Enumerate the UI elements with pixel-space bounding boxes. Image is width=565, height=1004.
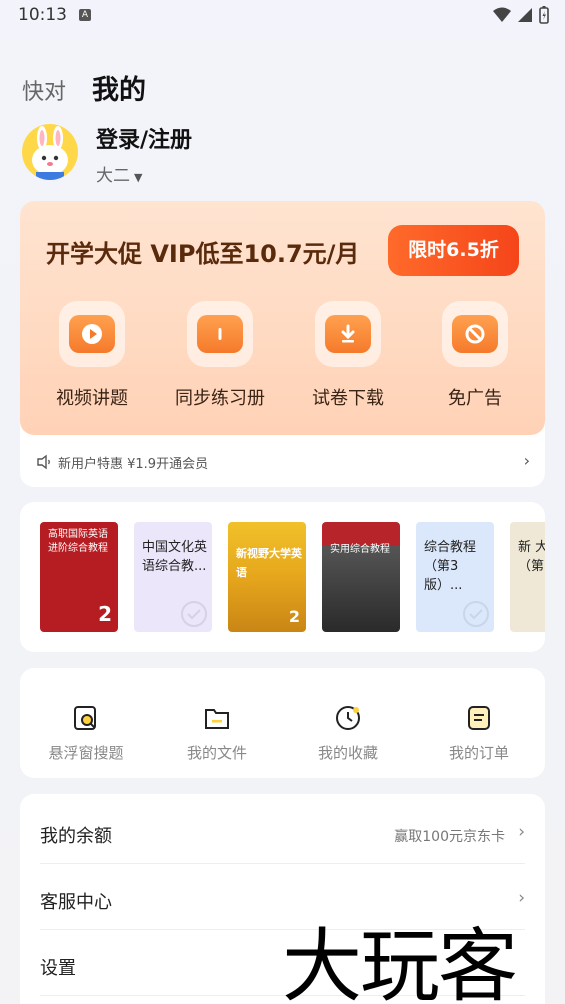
perk-video[interactable]: 视频讲题	[32, 301, 152, 410]
rabbit-avatar-icon	[32, 126, 68, 180]
menu-label: 设置	[40, 958, 76, 979]
status-bar: 10:13 A	[0, 0, 565, 32]
login-register-link[interactable]: 登录/注册	[96, 122, 192, 154]
chevron-right-icon: ›	[518, 888, 525, 908]
book-title: 新 大学 （第	[518, 540, 545, 574]
tool-favorites[interactable]: 我的收藏	[293, 704, 403, 763]
signal-icon	[518, 8, 532, 22]
perk-label: 试卷下载	[312, 388, 384, 409]
order-icon	[465, 704, 493, 732]
book-title: 高职国际英语 进阶综合教程	[48, 529, 108, 554]
book-title: 新视野大学英语	[236, 547, 302, 579]
book-item[interactable]: 高职国际英语 进阶综合教程 2	[40, 522, 118, 632]
perk-no-ads[interactable]: 免广告	[415, 301, 535, 410]
new-user-offer-text: 新用户特惠 ¥1.9开通会员	[58, 456, 209, 472]
book-item[interactable]: 新 大学 （第	[510, 522, 545, 632]
tools-row: 悬浮窗搜题 我的文件 我的收藏 我的订单	[20, 668, 545, 778]
vip-title: 开学大促 VIP低至10.7元/月	[46, 240, 360, 268]
tool-label: 悬浮窗搜题	[48, 744, 124, 762]
wifi-icon	[493, 7, 511, 22]
tool-label: 我的文件	[186, 744, 247, 762]
vip-card: 开学大促 VIP低至10.7元/月 限时6.5折 视频讲题 同步练习册 试卷下载…	[20, 201, 545, 487]
book-title: 中国文化英语综合教...	[142, 540, 208, 574]
book-title: 综合教程（第3版）...	[424, 540, 477, 593]
perk-label: 同步练习册	[175, 388, 265, 409]
top-tabs: 快对 我的	[22, 68, 146, 107]
tool-my-files[interactable]: 我的文件	[162, 704, 272, 763]
watermark: 大玩客	[282, 920, 518, 1004]
menu-row-balance[interactable]: 我的余额 赢取100元京东卡 ›	[40, 798, 525, 864]
vip-discount-button[interactable]: 限时6.5折	[388, 225, 519, 276]
battery-icon	[539, 6, 549, 24]
chevron-right-icon: ›	[523, 451, 530, 470]
grade-selector[interactable]: 大二 ▼	[96, 161, 142, 186]
menu-label: 客服中心	[40, 892, 112, 913]
check-icon	[463, 601, 489, 627]
tab-mine[interactable]: 我的	[92, 68, 146, 107]
menu-extra: 赢取100元京东卡	[394, 829, 505, 845]
tool-label: 我的收藏	[317, 744, 378, 762]
no-ads-icon	[452, 315, 498, 353]
vip-new-user-offer[interactable]: 新用户特惠 ¥1.9开通会员 ›	[36, 451, 530, 473]
chevron-right-icon: ›	[518, 822, 525, 842]
speaker-icon	[37, 454, 50, 470]
status-icons	[493, 6, 549, 24]
play-icon	[69, 315, 115, 353]
notification-icon: A	[79, 9, 91, 21]
book-item[interactable]: 综合教程（第3版）...	[416, 522, 494, 632]
perk-label: 免广告	[448, 388, 502, 409]
tool-float-search[interactable]: 悬浮窗搜题	[31, 704, 141, 763]
status-time: 10:13	[18, 5, 67, 25]
menu-label: 我的余额	[40, 826, 112, 847]
tab-kuaidui[interactable]: 快对	[22, 74, 66, 106]
caret-down-icon: ▼	[134, 171, 143, 184]
perk-workbook[interactable]: 同步练习册	[160, 301, 280, 410]
tool-label: 我的订单	[448, 744, 509, 762]
perk-label: 视频讲题	[56, 388, 128, 409]
vip-banner[interactable]: 开学大促 VIP低至10.7元/月 限时6.5折 视频讲题 同步练习册 试卷下载…	[20, 201, 545, 435]
folder-icon	[203, 704, 231, 732]
book-item[interactable]: 中国文化英语综合教...	[134, 522, 212, 632]
book-title: 实用综合教程	[330, 544, 390, 555]
search-doc-icon	[72, 704, 100, 732]
perk-download[interactable]: 试卷下载	[288, 301, 408, 410]
book-item[interactable]: 实用综合教程	[322, 522, 400, 632]
tool-orders[interactable]: 我的订单	[424, 704, 534, 763]
avatar[interactable]	[22, 124, 78, 180]
download-icon	[325, 315, 371, 353]
recent-books: 高职国际英语 进阶综合教程 2 中国文化英语综合教... 新视野大学英语 2 实…	[20, 502, 545, 652]
clock-icon	[334, 704, 362, 732]
book-item[interactable]: 新视野大学英语 2	[228, 522, 306, 632]
grade-label: 大二	[96, 166, 130, 186]
check-icon	[181, 601, 207, 627]
book-icon	[197, 315, 243, 353]
